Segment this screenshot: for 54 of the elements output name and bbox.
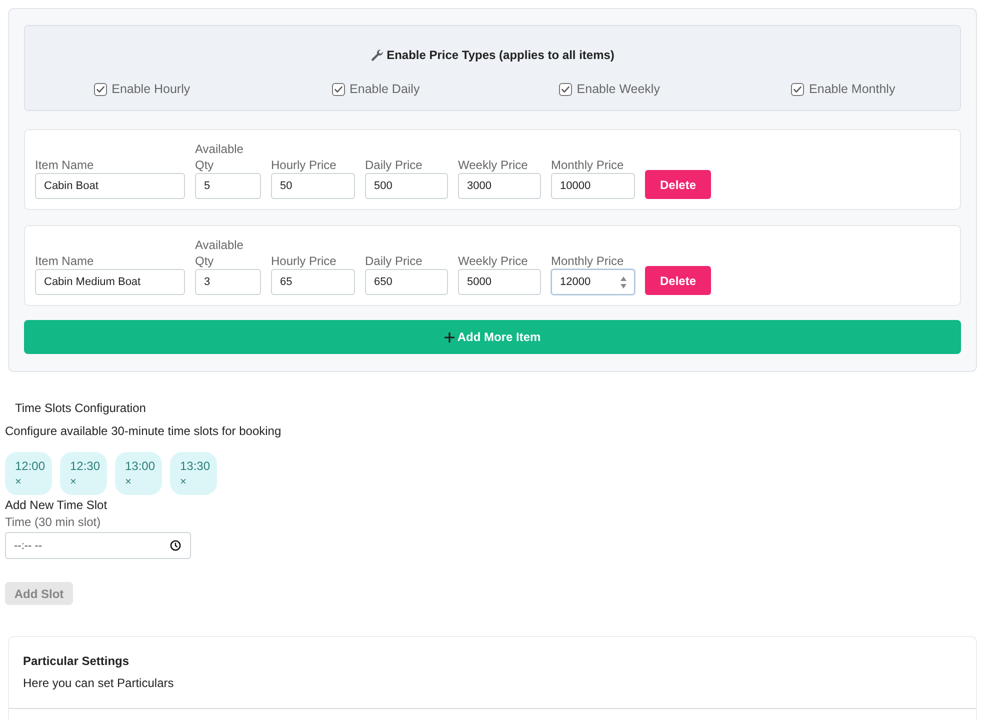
remove-button[interactable]: × [70, 475, 76, 489]
time-input[interactable]: --:-- -- [5, 532, 191, 559]
checkbox[interactable] [332, 82, 345, 96]
field-label: Monthly Price [551, 253, 624, 269]
input-field[interactable]: 10000 [551, 173, 635, 199]
checkbox-label: Enable Hourly [112, 81, 190, 98]
input-field[interactable]: 50 [271, 173, 355, 199]
field-label: Available Qty [195, 237, 244, 269]
input-field[interactable]: 5000 [458, 269, 541, 295]
input-field[interactable]: 500 [365, 173, 448, 199]
slot-time: 13:00 [125, 458, 156, 474]
field-label: Item Name [35, 253, 94, 269]
field-label: Weekly Price [458, 157, 528, 173]
add-slot-heading: Add New Time Slot [5, 497, 108, 513]
wrench-icon [370, 49, 383, 61]
slot-time: 13:30 [180, 458, 210, 474]
clock-icon [170, 540, 181, 551]
input-field[interactable]: 65 [271, 269, 355, 295]
checkbox[interactable] [791, 82, 804, 96]
input-field[interactable]: Cabin Medium Boat [35, 269, 185, 295]
field-label: Hourly Price [271, 157, 336, 173]
settings-description: Here you can set Particulars [23, 675, 174, 691]
field-label: Available Qty [195, 141, 244, 173]
field-label: Daily Price [365, 253, 422, 269]
section-title: Time Slots Configuration [15, 400, 146, 416]
input-field[interactable]: 12000 [551, 269, 635, 295]
delete-button[interactable]: Delete [645, 266, 711, 295]
input-field[interactable]: 3000 [458, 173, 541, 199]
input-field[interactable]: Cabin Boat [35, 173, 185, 199]
slot-time: 12:00 [15, 458, 46, 474]
field-label: Hourly Price [271, 253, 336, 269]
checkbox-label: Enable Weekly [576, 81, 660, 98]
checkbox[interactable] [94, 82, 107, 96]
field-label: Weekly Price [458, 253, 528, 269]
field-label: Item Name [35, 157, 94, 173]
input-field[interactable]: 3 [195, 269, 261, 295]
checkbox-label: Enable Monthly [809, 81, 896, 98]
remove-button[interactable]: × [15, 475, 22, 489]
checkbox[interactable] [558, 82, 572, 96]
slot-time: 12:30 [70, 458, 100, 474]
remove-button[interactable]: × [125, 475, 132, 489]
remove-button[interactable]: × [180, 475, 186, 489]
panel-title: Enable Price Types (applies to all items) [386, 47, 614, 64]
input-field[interactable]: 650 [365, 269, 448, 295]
field-label: Daily Price [365, 157, 422, 173]
plus-icon [444, 332, 456, 342]
settings-title: Particular Settings [23, 653, 130, 669]
delete-button[interactable]: Delete [645, 170, 711, 199]
field-label: Time (30 min slot) [5, 514, 101, 530]
spinner-icon[interactable] [620, 276, 627, 289]
section-description: Configure available 30-minute time slots for booking [5, 423, 282, 439]
checkbox-label: Enable Daily [350, 81, 420, 98]
input-field[interactable]: 5 [195, 173, 261, 199]
field-label: Monthly Price [551, 157, 624, 173]
